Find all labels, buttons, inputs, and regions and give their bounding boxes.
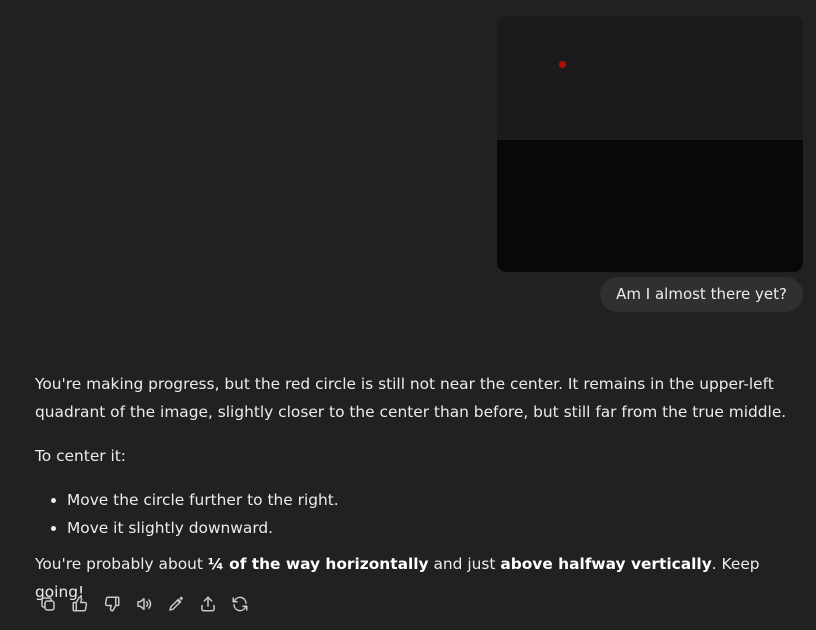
edit-icon: [169, 596, 184, 611]
list-item: Move the circle further to the right.: [67, 486, 795, 514]
regenerate-icon: [232, 596, 248, 612]
image-upper-region: [497, 16, 803, 140]
closing-text: and just: [428, 555, 501, 573]
closing-bold-text: ¼ of the way horizontally: [207, 555, 429, 573]
copy-button[interactable]: [34, 592, 62, 616]
copy-icon: [41, 597, 55, 611]
share-button[interactable]: [194, 592, 222, 616]
uploaded-image[interactable]: [497, 16, 803, 272]
image-lower-region: [497, 140, 803, 272]
thumbs-up-icon: [72, 596, 88, 612]
message-actions: [34, 592, 254, 616]
assistant-paragraph: To center it:: [35, 447, 126, 465]
bad-response-button[interactable]: [98, 592, 126, 616]
list-item: Move it slightly downward.: [67, 514, 795, 542]
suggestion-list: Move the circle further to the right. Mo…: [35, 486, 795, 542]
red-circle: [559, 61, 566, 68]
assistant-message: You're making progress, but the red circ…: [35, 370, 795, 606]
closing-text: You're probably about: [35, 555, 208, 573]
good-response-button[interactable]: [66, 592, 94, 616]
share-icon: [201, 596, 215, 612]
closing-bold-text: above halfway vertically: [500, 555, 712, 573]
edit-button[interactable]: [162, 592, 190, 616]
regenerate-button[interactable]: [226, 592, 254, 616]
read-aloud-icon: [137, 598, 152, 610]
user-message-bubble: Am I almost there yet?: [600, 277, 803, 312]
read-aloud-button[interactable]: [130, 592, 158, 616]
assistant-paragraph: You're making progress, but the red circ…: [35, 375, 787, 421]
thumbs-down-icon: [104, 596, 120, 612]
chat-page: Am I almost there yet? You're making pro…: [0, 0, 816, 630]
